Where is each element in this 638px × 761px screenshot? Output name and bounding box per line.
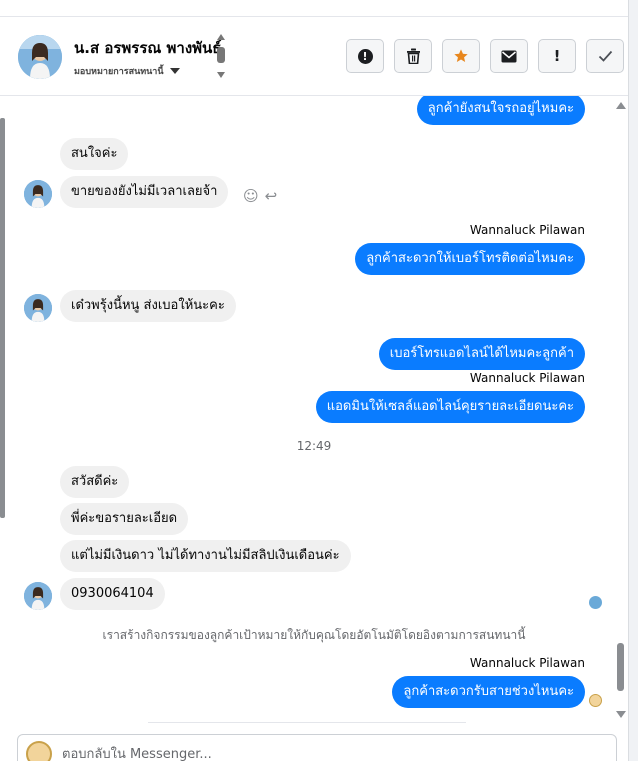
- trash-icon: [406, 48, 420, 64]
- contact-avatar[interactable]: [18, 35, 62, 79]
- right-rail: [628, 0, 638, 761]
- reply-composer: [17, 734, 617, 761]
- message-bubble-incoming[interactable]: 0930064104: [60, 578, 165, 610]
- composer-divider: [148, 722, 466, 723]
- mark-done-button[interactable]: [586, 39, 624, 73]
- alert-circle-icon: !: [357, 48, 373, 64]
- star-button[interactable]: [442, 39, 480, 73]
- contact-avatar-small[interactable]: [24, 582, 52, 610]
- contact-avatar-small[interactable]: [24, 294, 52, 322]
- caret-down-icon: [169, 68, 180, 74]
- checkmark-icon: [598, 50, 612, 62]
- message-bubble-incoming[interactable]: เด๋วพรุ้งนี้หนู ส่งเบอให้นะคะ: [60, 290, 236, 322]
- envelope-icon: [501, 50, 517, 62]
- sender-receipt-avatar: [589, 694, 602, 707]
- mark-unread-button[interactable]: [490, 39, 528, 73]
- scroll-down-icon[interactable]: [616, 711, 626, 718]
- top-divider: [0, 0, 628, 17]
- scroll-thumb[interactable]: [617, 643, 624, 691]
- message-timestamp: 12:49: [296, 439, 332, 453]
- action-toolbar: ! !: [346, 39, 624, 73]
- message-bubble-incoming[interactable]: สนใจค่ะ: [60, 138, 129, 170]
- message-bubble-outgoing[interactable]: ลูกค้าสะดวกให้เบอร์โทรติดต่อไหมคะ: [355, 243, 585, 275]
- sender-name: Wannaluck Pilawan: [469, 371, 585, 385]
- scroll-down-icon[interactable]: [217, 72, 225, 78]
- reply-icon[interactable]: ↩: [265, 187, 278, 205]
- thread-scrollbar[interactable]: [614, 96, 626, 723]
- automation-notice: เราสร้างกิจกรรมของลูกค้าเป้าหมายให้กับคุ…: [102, 628, 526, 642]
- inbox-window: น.ส อรพรรณ พางพันธ์ มอบหมายการสนทนานี้ !: [0, 0, 638, 761]
- star-icon: [454, 49, 468, 62]
- emoji-reaction-icon[interactable]: ☺: [243, 187, 259, 205]
- message-bubble-outgoing[interactable]: ลูกค้าสะดวกรับสายช่วงไหนคะ: [392, 676, 585, 708]
- assign-label: มอบหมายการสนทนานี้: [74, 67, 164, 77]
- assign-conversation-dropdown[interactable]: มอบหมายการสนทนานี้: [74, 64, 180, 78]
- seen-receipt-avatar: [589, 596, 602, 609]
- message-bubble-incoming[interactable]: แต่ไม่มีเงินดาว ไม่ได้ทางานไม่มีสลิปเงิน…: [60, 540, 351, 572]
- exclamation-icon: !: [553, 47, 561, 65]
- report-button[interactable]: !: [346, 39, 384, 73]
- scroll-up-icon[interactable]: [616, 102, 626, 109]
- contact-name[interactable]: น.ส อรพรรณ พางพันธ์: [74, 36, 221, 60]
- message-bubble-outgoing[interactable]: ลูกค้ายังสนใจรถอยู่ไหมคะ: [416, 96, 585, 125]
- message-bubble-outgoing[interactable]: เบอร์โทรแอดไลน์ได้ไหมคะลูกค้า: [378, 338, 585, 370]
- sender-name: Wannaluck Pilawan: [469, 656, 585, 670]
- message-actions: ☺ ↩: [243, 187, 277, 205]
- message-bubble-incoming[interactable]: พี่ค่ะขอรายละเอียด: [60, 503, 189, 535]
- delete-button[interactable]: [394, 39, 432, 73]
- message-bubble-incoming[interactable]: สวัสดีค่ะ: [60, 466, 130, 498]
- message-bubble-outgoing[interactable]: แอดมินให้เซลล์แอดไลน์คุยรายละเอียดนะคะ: [315, 391, 585, 423]
- reply-input[interactable]: [62, 743, 602, 761]
- scroll-up-icon[interactable]: [217, 34, 225, 40]
- contact-avatar-small[interactable]: [24, 180, 52, 208]
- spam-button[interactable]: !: [538, 39, 576, 73]
- message-thread[interactable]: ลูกค้ายังสนใจรถอยู่ไหมคะ สนใจค่ะ ขายของย…: [0, 96, 628, 723]
- conversation-header: น.ส อรพรรณ พางพันธ์ มอบหมายการสนทนานี้ !: [0, 18, 628, 96]
- sender-name: Wannaluck Pilawan: [469, 223, 585, 237]
- page-avatar: [26, 741, 52, 761]
- scroll-thumb[interactable]: [217, 47, 225, 63]
- header-scrollbar[interactable]: [215, 34, 229, 80]
- message-bubble-incoming[interactable]: ขายของยังไม่มีเวลาเลยจ้า: [60, 176, 229, 208]
